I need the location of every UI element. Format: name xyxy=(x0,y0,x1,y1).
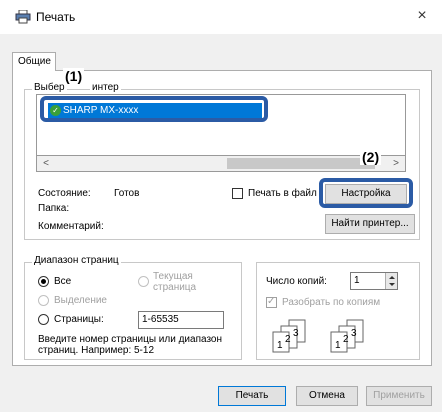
copies-label: Число копий: xyxy=(266,276,327,287)
tab-general[interactable]: Общие xyxy=(12,52,56,71)
collate-digit-3b: 3 xyxy=(351,328,357,339)
setup-button[interactable]: Настройка xyxy=(325,184,407,204)
find-printer-button[interactable]: Найти принтер... xyxy=(325,214,415,234)
printer-list-scrollbar[interactable]: < > xyxy=(36,156,406,172)
scroll-thumb[interactable] xyxy=(227,158,375,169)
scroll-right-icon[interactable]: > xyxy=(389,156,403,171)
callout-1: (1) xyxy=(63,68,85,84)
radio-current-page[interactable] xyxy=(138,276,149,287)
cancel-button[interactable]: Отмена xyxy=(296,386,358,406)
collate-checkbox[interactable]: ✓ xyxy=(266,296,277,308)
print-button[interactable]: Печать xyxy=(218,386,286,406)
collate-digit-3a: 3 xyxy=(293,328,299,339)
status-label: Состояние: xyxy=(38,188,91,199)
print-to-file-checkbox[interactable] xyxy=(232,188,243,199)
page-range-hint-1: Введите номер страницы или диапазон xyxy=(38,334,222,345)
collate-icon-set-1: 1 2 3 xyxy=(272,319,306,353)
callout-2: (2) xyxy=(360,149,382,165)
copies-input[interactable]: 1 xyxy=(350,272,398,290)
radio-all-label[interactable]: Все xyxy=(54,276,71,287)
scroll-left-icon[interactable]: < xyxy=(39,156,53,171)
printer-group-label-start: Выбер xyxy=(32,82,67,93)
page-range-hint-2: страниц. Например: 5-12 xyxy=(38,345,155,356)
radio-pages[interactable] xyxy=(38,314,49,325)
collate-digit-2b: 2 xyxy=(343,334,349,345)
comment-label: Комментарий: xyxy=(38,221,104,232)
printer-icon xyxy=(15,10,31,24)
printer-group-label-end: интер xyxy=(90,82,121,93)
status-value: Готов xyxy=(114,188,140,199)
page-range-label: Диапазон страниц xyxy=(32,255,121,266)
printer-item-sharp[interactable]: ✓ SHARP MX-xxxx xyxy=(40,96,268,122)
collate-icon-set-2: 1 2 3 xyxy=(330,319,364,353)
collate-digit-2a: 2 xyxy=(285,334,291,345)
copies-spinner[interactable] xyxy=(385,273,397,289)
printer-name: SHARP MX-xxxx xyxy=(63,105,139,116)
checkmark-icon: ✓ xyxy=(50,105,61,116)
radio-pages-label[interactable]: Страницы: xyxy=(54,314,104,325)
radio-current-page-label-2[interactable]: страница xyxy=(153,282,196,293)
radio-all[interactable] xyxy=(38,276,49,287)
title-bar: Печать × xyxy=(0,0,442,34)
radio-current-page-label[interactable]: Текущая xyxy=(153,271,193,282)
close-icon[interactable]: × xyxy=(412,6,432,26)
collate-digit-1a: 1 xyxy=(277,340,283,351)
printer-item-highlight: ✓ SHARP MX-xxxx xyxy=(48,103,262,118)
spinner-arrows-icon xyxy=(389,276,395,286)
pages-input[interactable]: 1-65535 xyxy=(138,311,224,329)
collate-digit-1b: 1 xyxy=(335,340,341,351)
collate-label[interactable]: Разобрать по копиям xyxy=(282,297,380,308)
print-to-file-label[interactable]: Печать в файл xyxy=(248,188,317,199)
window-title: Печать xyxy=(36,10,76,24)
location-label: Папка: xyxy=(38,203,70,214)
print-dialog: Печать × Общие Выбер интер (1) ✓ SHARP M… xyxy=(0,0,442,412)
apply-button[interactable]: Применить xyxy=(366,386,432,406)
radio-selection-label[interactable]: Выделение xyxy=(54,295,107,306)
copies-value: 1 xyxy=(354,275,360,286)
radio-selection[interactable] xyxy=(38,295,49,306)
